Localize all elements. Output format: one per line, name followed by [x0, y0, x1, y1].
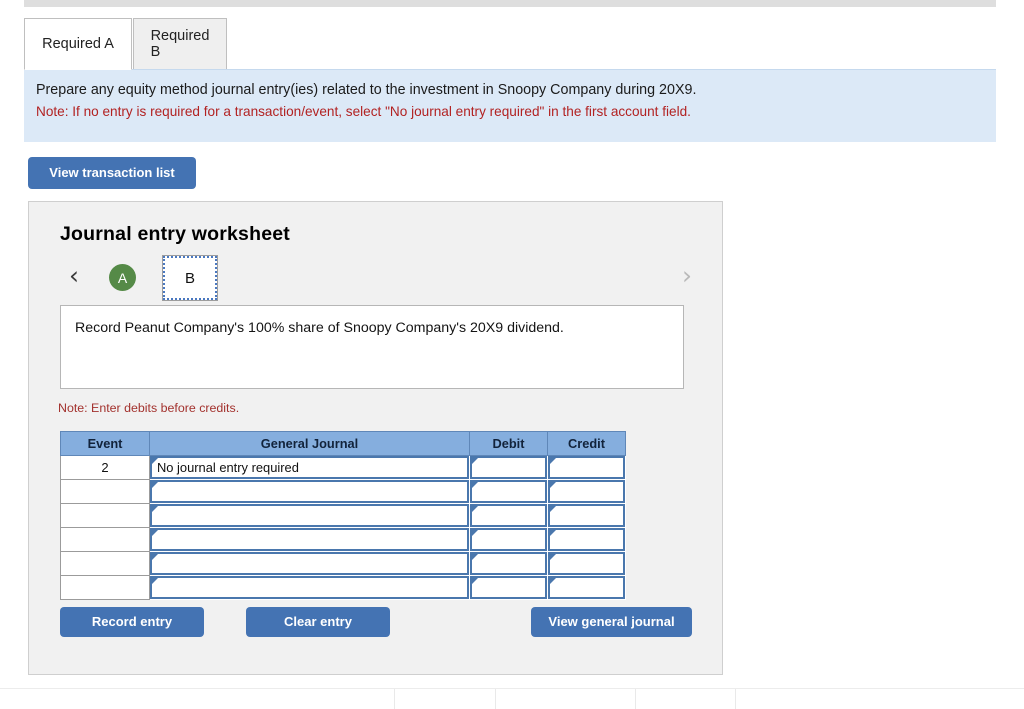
view-transaction-list-button[interactable]: View transaction list [28, 157, 196, 189]
cell-marker-icon [472, 530, 478, 536]
table-row [60, 527, 626, 552]
view-transaction-list-label: View transaction list [49, 164, 175, 180]
cell-event [60, 503, 150, 528]
pager-step-a[interactable]: A [109, 264, 136, 291]
cell-event [60, 575, 150, 600]
cell-credit[interactable] [547, 479, 626, 504]
column-header-general-journal: General Journal [149, 431, 470, 456]
cell-marker-icon [550, 458, 556, 464]
bottom-grid-line [495, 689, 496, 709]
journal-entry-table: Event General Journal Debit Credit 2 No … [60, 431, 626, 600]
cell-general-journal[interactable] [149, 575, 470, 600]
cell-marker-icon [472, 482, 478, 488]
cell-marker-icon [152, 530, 158, 536]
cell-debit[interactable] [469, 479, 548, 504]
cell-credit[interactable] [547, 575, 626, 600]
tab-required-b[interactable]: Required B [133, 18, 227, 70]
cell-marker-icon [550, 578, 556, 584]
page-title: Journal entry worksheet [60, 223, 291, 245]
bottom-divider [0, 688, 1024, 689]
cell-credit[interactable] [547, 503, 626, 528]
journal-entry-worksheet-panel: Journal entry worksheet ‹ A B › Record P… [28, 201, 723, 675]
cell-marker-icon [472, 578, 478, 584]
tab-required-a[interactable]: Required A [24, 18, 132, 70]
cell-general-journal-value: No journal entry required [157, 460, 299, 475]
chevron-left-icon[interactable]: ‹ [61, 261, 87, 291]
cell-event: 2 [60, 455, 150, 480]
cell-debit[interactable] [469, 455, 548, 480]
page-root: Required A Required B Prepare any equity… [0, 0, 1024, 709]
table-row [60, 479, 626, 504]
cell-marker-icon [152, 482, 158, 488]
table-row [60, 575, 626, 600]
table-row: 2 No journal entry required [60, 455, 626, 480]
cell-marker-icon [472, 458, 478, 464]
cell-event [60, 551, 150, 576]
cell-marker-icon [152, 554, 158, 560]
cell-general-journal[interactable]: No journal entry required [149, 455, 470, 480]
cell-marker-icon [152, 458, 158, 464]
view-general-journal-button[interactable]: View general journal [531, 607, 692, 637]
cell-marker-icon [550, 554, 556, 560]
record-entry-label: Record entry [91, 613, 173, 629]
pager-step-b-label: B [184, 269, 195, 287]
cell-marker-icon [152, 578, 158, 584]
cell-general-journal[interactable] [149, 479, 470, 504]
pager-step-a-label: A [117, 269, 128, 286]
cell-event [60, 527, 150, 552]
column-header-event: Event [60, 431, 150, 456]
instruction-banner: Prepare any equity method journal entry(… [24, 69, 996, 142]
cell-credit[interactable] [547, 551, 626, 576]
instruction-note: Note: If no entry is required for a tran… [36, 104, 691, 119]
worksheet-pager: ‹ A B › [29, 253, 724, 308]
view-general-journal-label: View general journal [548, 613, 675, 629]
cell-general-journal[interactable] [149, 527, 470, 552]
note-enter-debits-before-credits: Note: Enter debits before credits. [58, 401, 240, 415]
cell-debit[interactable] [469, 503, 548, 528]
top-gray-strip [24, 0, 996, 7]
cell-marker-icon [152, 506, 158, 512]
tab-required-a-label: Required A [42, 36, 114, 52]
cell-general-journal[interactable] [149, 503, 470, 528]
table-row [60, 551, 626, 576]
cell-credit[interactable] [547, 527, 626, 552]
pager-step-b[interactable]: B [162, 255, 218, 301]
column-header-debit: Debit [469, 431, 548, 456]
cell-marker-icon [550, 506, 556, 512]
transaction-description-box: Record Peanut Company's 100% share of Sn… [60, 305, 684, 389]
cell-marker-icon [472, 554, 478, 560]
cell-marker-icon [472, 506, 478, 512]
table-header-row: Event General Journal Debit Credit [60, 431, 626, 456]
cell-general-journal[interactable] [149, 551, 470, 576]
cell-marker-icon [550, 530, 556, 536]
bottom-grid-line [735, 689, 736, 709]
bottom-grid-line [635, 689, 636, 709]
cell-event [60, 479, 150, 504]
clear-entry-label: Clear entry [284, 613, 352, 629]
clear-entry-button[interactable]: Clear entry [246, 607, 390, 637]
tab-bar: Required A Required B [24, 18, 996, 70]
cell-debit[interactable] [469, 551, 548, 576]
transaction-description-text: Record Peanut Company's 100% share of Sn… [75, 320, 564, 336]
table-row [60, 503, 626, 528]
cell-debit[interactable] [469, 527, 548, 552]
bottom-grid-line [394, 689, 395, 709]
cell-marker-icon [550, 482, 556, 488]
column-header-credit: Credit [547, 431, 626, 456]
record-entry-button[interactable]: Record entry [60, 607, 204, 637]
tab-required-b-label: Required B [150, 28, 210, 60]
cell-debit[interactable] [469, 575, 548, 600]
chevron-right-icon[interactable]: › [674, 261, 700, 291]
cell-credit[interactable] [547, 455, 626, 480]
instruction-text: Prepare any equity method journal entry(… [36, 82, 697, 98]
